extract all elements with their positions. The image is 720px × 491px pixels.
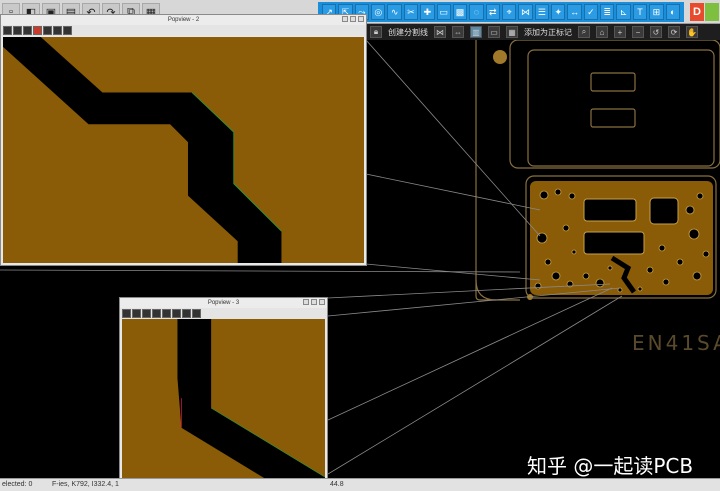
add-positive-mark-button[interactable]: 添加为正标记 xyxy=(524,27,572,38)
status-indicator-icon xyxy=(705,3,719,21)
pan-icon[interactable] xyxy=(162,309,171,318)
via-icon[interactable]: ◎ xyxy=(371,4,386,20)
watermark: 知乎 @一起读PCB xyxy=(527,454,694,478)
gloss-icon[interactable]: ✦ xyxy=(551,4,566,20)
minimize-icon[interactable] xyxy=(303,299,309,305)
dimension-icon[interactable]: ↔ xyxy=(567,4,582,20)
lock-icon[interactable]: 🔒︎ xyxy=(370,26,382,38)
layer-view-icon[interactable]: ▥ xyxy=(470,26,482,38)
zoom-fit-icon[interactable]: ⌕ xyxy=(578,26,590,38)
layer-icon[interactable]: ☰ xyxy=(534,4,550,20)
coordinate-readout: F-ies, K792, I332.4, 1 xyxy=(52,481,119,488)
minimize-icon[interactable] xyxy=(342,16,348,22)
refresh-icon[interactable]: ⟳ xyxy=(668,26,680,38)
measure-icon[interactable]: ⊾ xyxy=(616,4,631,20)
popview-title: Popview - 3 xyxy=(120,298,327,308)
status-bar: elected: 0 F-ies, K792, I332.4, 1 44.8 xyxy=(0,478,720,491)
fill-icon[interactable]: ▩ xyxy=(452,4,468,20)
app-logo-icon[interactable]: D xyxy=(690,3,704,21)
cut-icon[interactable]: ✂ xyxy=(403,4,419,20)
popview-zoom-area[interactable] xyxy=(3,37,364,263)
zoom-out-icon[interactable]: − xyxy=(632,26,644,38)
pin-icon[interactable] xyxy=(23,26,32,35)
pan-icon[interactable]: ✋ xyxy=(686,26,698,38)
text-icon[interactable]: T xyxy=(632,4,648,20)
shape-select-icon[interactable]: ▭ xyxy=(488,26,500,38)
maximize-icon[interactable] xyxy=(311,299,317,305)
select-icon[interactable] xyxy=(172,309,181,318)
pan-icon[interactable] xyxy=(43,26,52,35)
popview-zoom-area[interactable] xyxy=(122,319,325,488)
popview-title-text: Popview - 3 xyxy=(207,300,240,306)
report-icon[interactable]: ≣ xyxy=(600,4,615,20)
delay-tune-icon[interactable]: ∿ xyxy=(387,4,402,20)
popview-toolbar xyxy=(120,308,327,319)
close-icon[interactable] xyxy=(319,299,325,305)
close-icon[interactable] xyxy=(358,16,364,22)
zoom-in-icon[interactable] xyxy=(122,309,131,318)
fit-icon[interactable] xyxy=(182,309,191,318)
shape-icon[interactable]: ▭ xyxy=(436,4,451,20)
net-icon[interactable]: ⋈ xyxy=(518,4,533,20)
popview-window[interactable]: Popview - 3 xyxy=(119,297,328,491)
mirror-icon[interactable]: ⇔ xyxy=(452,26,464,38)
popview-title: Popview - 2 xyxy=(1,15,366,25)
color-icon[interactable] xyxy=(152,309,161,318)
popview-window[interactable]: Popview - 2 xyxy=(0,14,367,266)
zoom-in-icon[interactable] xyxy=(3,26,12,35)
color-icon[interactable]: ◐ xyxy=(665,4,680,20)
popview-toolbar xyxy=(1,25,366,36)
window-controls xyxy=(303,299,325,305)
route-tools: ↗ ⇱ ⤳ ◎ ∿ ✂ ✚ ▭ ▩ ◌ ⇄ ⌖ ⋈ ☰ ✦ ↔ ✓ ≣ ⊾ T … xyxy=(318,2,684,22)
probe-icon[interactable]: ⌖ xyxy=(501,4,517,20)
split-tool-icon[interactable]: ⋈ xyxy=(434,26,446,38)
status-value: 44.8 xyxy=(330,481,344,488)
drc-icon[interactable]: ✓ xyxy=(583,4,599,20)
pcb-editor-window: ▫ ◧ ▣ ▤ ↶ ↷ ⧉ ▦ ↗ ⇱ ⤳ ◎ ∿ ✂ ✚ ▭ ▩ ◌ ⇄ ⌖ … xyxy=(0,0,720,491)
pin-icon[interactable]: ✚ xyxy=(420,4,435,20)
color-icon[interactable] xyxy=(33,26,42,35)
fit-icon[interactable] xyxy=(63,26,72,35)
fit-icon[interactable] xyxy=(192,309,201,318)
silkscreen-label: EN41SAC xyxy=(632,331,720,355)
zoom-out-icon[interactable] xyxy=(132,309,141,318)
void-icon[interactable]: ◌ xyxy=(469,4,484,20)
copper-area xyxy=(530,181,713,295)
zoom-prev-icon[interactable]: ↺ xyxy=(650,26,662,38)
table-icon[interactable]: ▦ xyxy=(506,26,518,38)
home-icon[interactable]: ⌂ xyxy=(596,26,608,38)
zoom-in-icon[interactable]: + xyxy=(614,26,626,38)
fiducial-mark xyxy=(493,50,507,64)
selection-count: elected: 0 xyxy=(2,481,33,488)
pin-icon[interactable] xyxy=(142,309,151,318)
popview-title-text: Popview - 2 xyxy=(167,17,200,23)
window-controls xyxy=(342,16,364,22)
zoom-out-icon[interactable] xyxy=(13,26,22,35)
select-icon[interactable] xyxy=(53,26,62,35)
swap-icon[interactable]: ⇄ xyxy=(485,4,500,20)
maximize-icon[interactable] xyxy=(350,16,356,22)
group-icon[interactable]: ⊞ xyxy=(649,4,664,20)
secondary-toolbar: 🔒︎ 创建分割线 ⋈ ⇔ ▥ ▭ ▦ 添加为正标记 ⌕ ⌂ + − ↺ ⟳ ✋ xyxy=(366,24,720,40)
create-split-line-button[interactable]: 创建分割线 xyxy=(388,27,428,38)
